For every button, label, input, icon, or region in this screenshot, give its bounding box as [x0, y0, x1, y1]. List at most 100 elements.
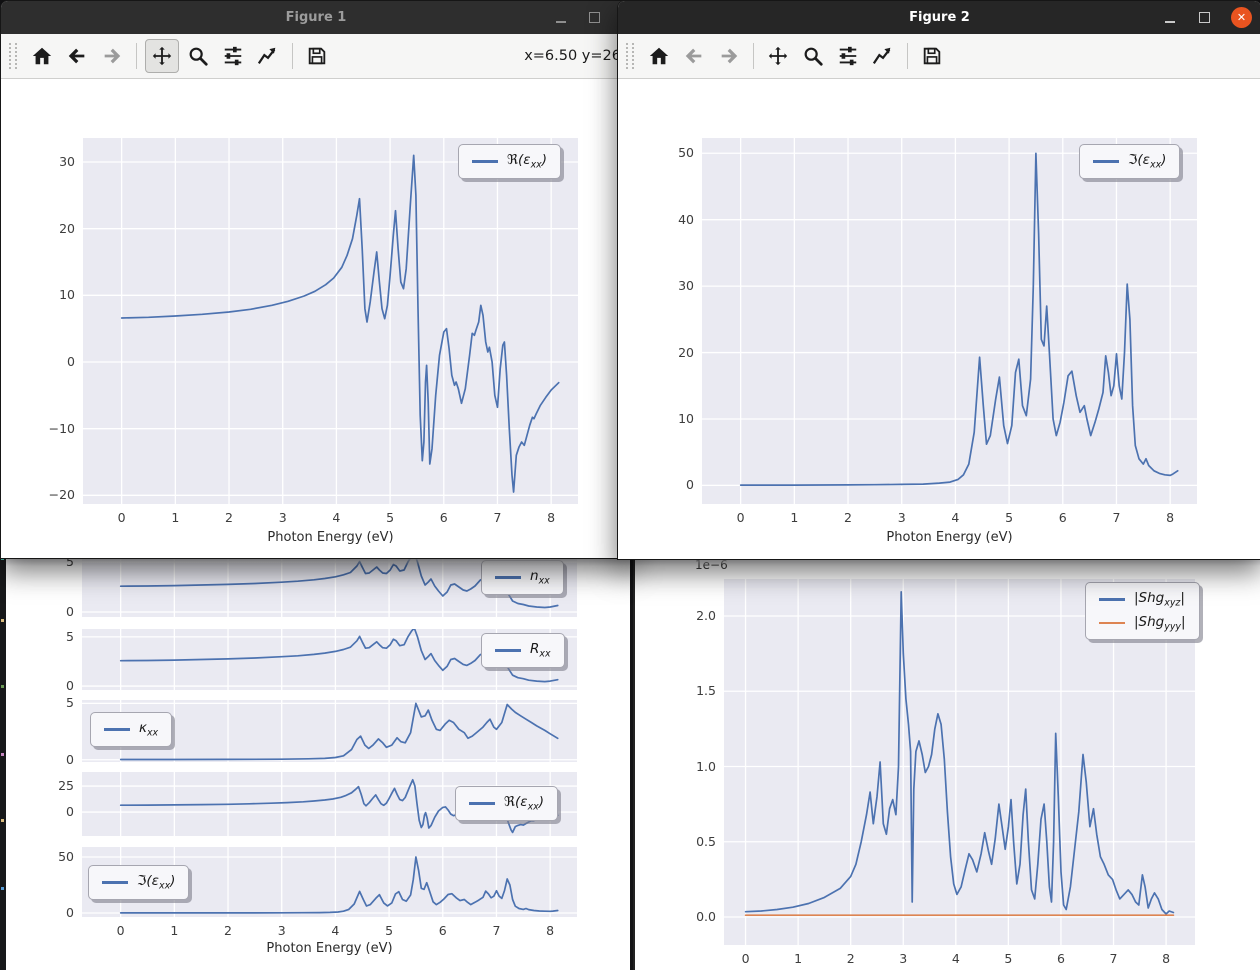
y-tick-label: 0: [28, 603, 74, 621]
y-tick-label: 0: [28, 803, 74, 821]
plot-area-im-eps[interactable]: [702, 138, 1197, 504]
legend-entry: Rxx: [495, 641, 551, 660]
y-tick-label: 50: [648, 144, 694, 162]
legend-label: ℑ(εxx): [1128, 152, 1166, 171]
y-tick-label: 0: [648, 476, 694, 494]
zoom-button[interactable]: [182, 40, 214, 72]
legend-line-sample: [1099, 622, 1125, 625]
save-button[interactable]: [301, 40, 333, 72]
legend-im-eps: ℑ(εxx): [88, 865, 189, 900]
legend-line-sample: [472, 160, 498, 163]
y-tick-label: 25: [28, 777, 74, 795]
y-tick-label: 0: [28, 751, 74, 769]
legend-label: nxx: [530, 568, 550, 587]
y-tick-label: 5: [28, 694, 74, 712]
forward-arrow-icon: [101, 45, 123, 67]
close-button[interactable]: ✕: [1231, 7, 1252, 28]
legend-label: Rxx: [530, 641, 551, 660]
sliders-icon: [222, 45, 244, 67]
back-button[interactable]: [678, 40, 710, 72]
x-tick-label: 5: [992, 950, 1024, 968]
legend-R: Rxx: [481, 633, 565, 668]
x-tick-label: 5: [373, 922, 405, 940]
toolbar-grip[interactable]: [9, 43, 17, 69]
titlebar[interactable]: Figure 1: [1, 1, 631, 34]
minimize-button[interactable]: [1159, 7, 1180, 28]
legend-entry: nxx: [495, 568, 550, 587]
x-tick-label: 1: [778, 509, 810, 527]
x-tick-label: 8: [535, 509, 567, 527]
window-title: Figure 2: [909, 10, 970, 25]
legend-re-eps: ℜ(εxx): [458, 144, 561, 179]
toolbar-grip[interactable]: [626, 43, 634, 69]
x-tick-label: 8: [1150, 950, 1182, 968]
legend-line-sample: [469, 802, 495, 805]
x-tick-label: 2: [213, 509, 245, 527]
cursor-position-status: x=6.50 y=26: [524, 34, 621, 78]
legend-label: ℑ(εxx): [137, 873, 175, 892]
window-shg-figure: 1e−6 |Shgxyz| |Shgyyy| 0.00.51.01.52.001…: [633, 557, 1260, 970]
pan-button[interactable]: [145, 39, 179, 73]
legend-line-sample: [104, 728, 130, 731]
configure-subplots-button[interactable]: [217, 40, 249, 72]
toolbar-separator: [292, 43, 293, 69]
legend-line-sample: [102, 881, 128, 884]
y-tick-label: −20: [29, 486, 75, 504]
y-tick-label: 20: [648, 344, 694, 362]
line-chart-icon: [257, 45, 279, 67]
home-button[interactable]: [26, 40, 58, 72]
y-tick-label: 2.0: [670, 607, 716, 625]
y-tick-label: 0: [28, 904, 74, 922]
y-tick-label: 0.0: [670, 908, 716, 926]
y-tick-label: 30: [648, 277, 694, 295]
forward-button[interactable]: [96, 40, 128, 72]
matplotlib-toolbar: [618, 34, 1260, 79]
x-axis-label: Photon Energy (eV): [702, 530, 1197, 545]
chart-canvas: [702, 138, 1197, 504]
maximize-button[interactable]: [584, 7, 605, 28]
pan-button[interactable]: [762, 40, 794, 72]
maximize-icon: [1199, 12, 1210, 23]
back-button[interactable]: [61, 40, 93, 72]
toolbar-separator: [907, 43, 908, 69]
x-tick-label: 1: [158, 922, 190, 940]
legend-label: |Shgxyz|: [1134, 590, 1185, 609]
plot-area-re-eps[interactable]: [83, 138, 578, 504]
maximize-button[interactable]: [1194, 7, 1215, 28]
edit-parameters-button[interactable]: [252, 40, 284, 72]
legend-label: |Shgyyy|: [1134, 614, 1186, 633]
configure-subplots-button[interactable]: [832, 40, 864, 72]
zoom-button[interactable]: [797, 40, 829, 72]
pan-icon: [767, 45, 789, 67]
x-tick-label: 4: [940, 950, 972, 968]
home-icon: [31, 45, 53, 67]
y-tick-label: 5: [28, 628, 74, 646]
window-figure-2: Figure 2 ✕ ℑ(εxx) Photon Energy (eV): [617, 0, 1260, 560]
legend-entry: |Shgxyz|: [1099, 590, 1186, 609]
zoom-icon: [802, 45, 824, 67]
x-tick-label: 5: [993, 509, 1025, 527]
x-tick-label: 7: [1100, 509, 1132, 527]
legend-entry: ℑ(εxx): [102, 873, 175, 892]
save-icon: [306, 45, 328, 67]
forward-button[interactable]: [713, 40, 745, 72]
pan-icon: [151, 45, 173, 67]
minimize-button[interactable]: [550, 7, 571, 28]
home-button[interactable]: [643, 40, 675, 72]
toolbar-separator: [136, 43, 137, 69]
legend-re-eps: ℜ(εxx): [455, 786, 558, 821]
x-tick-label: 4: [320, 509, 352, 527]
x-tick-label: 2: [832, 509, 864, 527]
series-Re(eps_xx): [122, 155, 559, 492]
edit-parameters-button[interactable]: [867, 40, 899, 72]
legend-line-sample: [1093, 160, 1119, 163]
y-tick-label: 1.0: [670, 758, 716, 776]
y-tick-label: −10: [29, 420, 75, 438]
titlebar[interactable]: Figure 2 ✕: [618, 1, 1260, 34]
x-tick-label: 3: [267, 509, 299, 527]
y-tick-label: 20: [29, 220, 75, 238]
save-button[interactable]: [916, 40, 948, 72]
y-tick-label: 0: [28, 677, 74, 695]
x-tick-label: 2: [212, 922, 244, 940]
legend-line-sample: [495, 649, 521, 652]
